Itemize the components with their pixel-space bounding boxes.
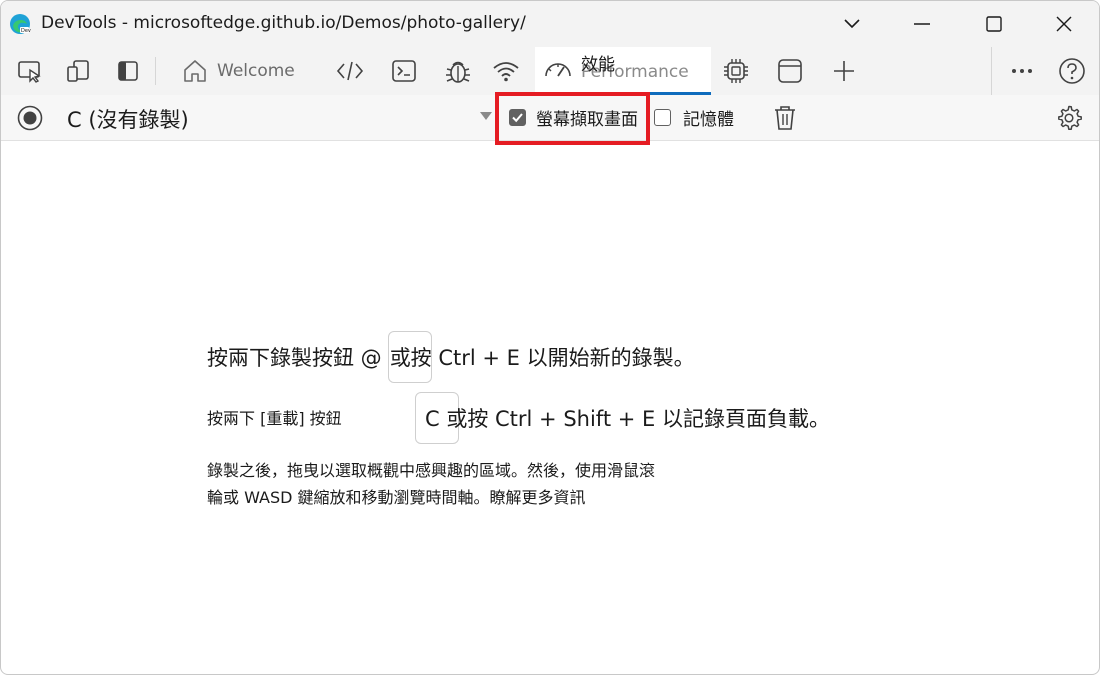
dock-side-button[interactable] — [111, 55, 145, 87]
sources-bug-icon — [446, 61, 470, 83]
inspect-icon — [18, 61, 41, 83]
edge-logo-icon: Dev — [10, 14, 31, 34]
chevron-down-icon — [844, 19, 860, 29]
tab-welcome[interactable]: Welcome — [173, 47, 313, 95]
help-paragraph-line1: 錄製之後，拖曳以選取概觀中感興趣的區域。然後，使用滑鼠滾 — [207, 461, 656, 480]
memory-checkbox[interactable] — [654, 109, 671, 126]
svg-text:Dev: Dev — [21, 28, 31, 34]
more-icon — [1012, 69, 1032, 73]
tab-network[interactable] — [489, 55, 523, 87]
close-button[interactable] — [1041, 7, 1087, 41]
memory-label: 記憶體 — [683, 110, 734, 130]
tab-application[interactable] — [773, 55, 807, 87]
tab-search-button[interactable] — [829, 7, 875, 41]
dropdown-caret-icon[interactable] — [479, 111, 493, 121]
maximize-button[interactable] — [971, 7, 1017, 41]
tab-console[interactable] — [387, 55, 421, 87]
recording-select[interactable]: C (沒有錄製) — [67, 104, 189, 134]
add-tab-icon — [834, 61, 854, 81]
minimize-button[interactable] — [899, 7, 945, 41]
add-tool-button[interactable] — [827, 55, 861, 87]
minimize-icon — [914, 23, 930, 25]
window-title: DevTools - microsoftedge.github.io/Demos… — [41, 13, 526, 33]
console-icon — [392, 60, 416, 82]
annotation-highlight-box — [495, 92, 650, 145]
tool-tab-bar: Welcome Performance 效能 — [1, 47, 1099, 95]
tab-performance-label: 效能 — [581, 55, 615, 75]
memory-chip-icon — [724, 59, 748, 83]
title-bar: Dev DevTools - microsoftedge.github.io/D… — [1, 1, 1099, 47]
tab-divider-right — [991, 47, 992, 95]
record-instruction-part1: 按兩下錄製按鈕 @ — [207, 346, 382, 370]
record-instruction: 按兩下錄製按鈕 @ 或按 Ctrl + E 以開始新的錄製。 — [207, 331, 695, 383]
maximize-icon — [986, 16, 1002, 32]
inspect-button[interactable] — [13, 55, 47, 87]
more-options-button[interactable] — [1005, 55, 1039, 87]
help-button[interactable] — [1055, 55, 1089, 87]
devtools-window: Dev DevTools - microsoftedge.github.io/D… — [0, 0, 1100, 675]
tab-elements[interactable] — [333, 55, 367, 87]
settings-gear-icon[interactable] — [1056, 105, 1082, 131]
close-icon — [1056, 16, 1072, 32]
help-paragraph-line2: 輪或 WASD 鍵縮放和移動瀏覽時間軸。瞭解更多資訊 — [207, 488, 586, 507]
application-icon — [778, 59, 802, 83]
help-icon — [1059, 58, 1085, 84]
reload-instruction-suffix: C 或按 Ctrl + Shift + E 以記錄頁面負載。 — [425, 407, 830, 431]
tab-divider — [155, 57, 156, 85]
help-paragraph: 錄製之後，拖曳以選取概觀中感興趣的區域。然後，使用滑鼠滾 輪或 WASD 鍵縮放… — [207, 457, 767, 511]
tab-sources[interactable] — [441, 55, 475, 87]
network-wifi-icon — [493, 62, 519, 82]
trash-icon[interactable] — [773, 105, 797, 131]
tab-welcome-label: Welcome — [217, 61, 295, 81]
device-emulation-icon — [67, 60, 89, 82]
device-emulation-button[interactable] — [61, 55, 95, 87]
performance-gauge-icon — [545, 63, 571, 77]
reload-instruction-prefix: 按兩下 [重載] 按鈕 — [207, 409, 342, 428]
tab-performance[interactable]: Performance 效能 — [535, 47, 711, 95]
elements-icon — [336, 61, 364, 81]
record-instruction-part2: 或按 Ctrl + E 以開始新的錄製。 — [389, 346, 695, 370]
tab-memory[interactable] — [719, 55, 753, 87]
dock-icon — [118, 61, 138, 81]
record-icon[interactable] — [17, 105, 43, 131]
home-icon — [184, 60, 206, 82]
